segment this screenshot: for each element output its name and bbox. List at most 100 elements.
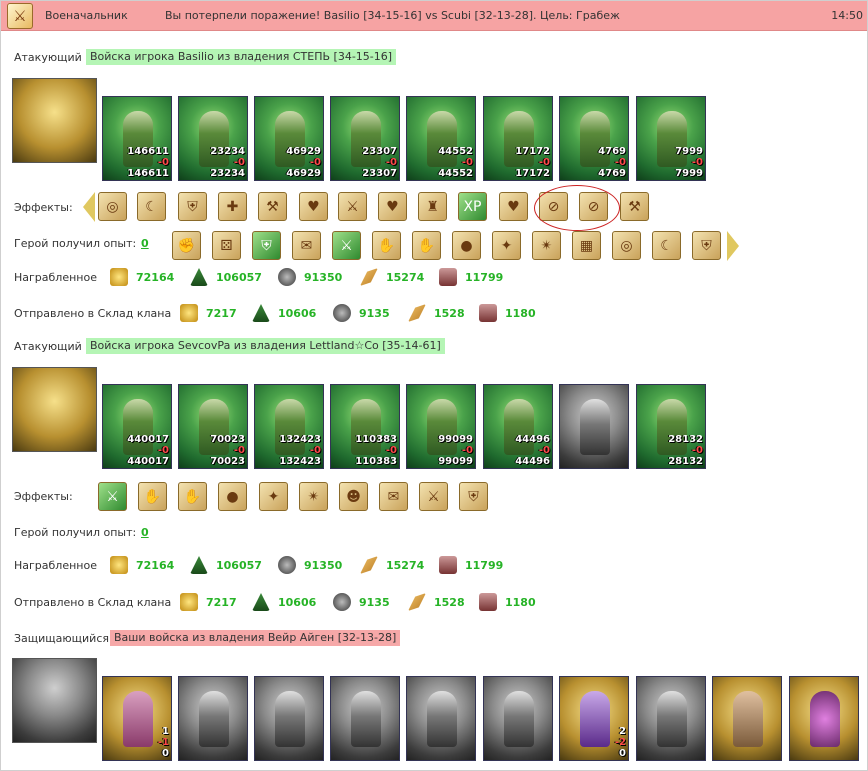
xp-icon[interactable]: XP [458,192,487,221]
unit-slot[interactable]: 99099 -0 99099 [406,384,476,469]
scroll-left-arrow[interactable] [83,192,95,222]
mask-icon[interactable]: ☻ [339,482,368,511]
web-icon[interactable]: ✴ [299,482,328,511]
unit-slot[interactable]: 7999 -0 7999 [636,96,706,181]
unit-slot[interactable]: 44496 -0 44496 [483,384,553,469]
defender-hero-portrait[interactable] [12,658,97,743]
attacker-label: Атакующий [14,339,82,353]
hero-exp-value[interactable]: 0 [141,237,149,250]
clock: 14:50 [831,9,863,22]
unit-slot[interactable]: 17172 -0 17172 [483,96,553,181]
rank-title: Военачальник [45,9,128,22]
heart-icon[interactable]: ♥ [378,192,407,221]
unit-slot[interactable]: 2 -2 0 [559,676,629,761]
sword-icon[interactable]: ⚔ [98,482,127,511]
unit-slot[interactable]: 440017 -0 440017 [102,384,172,469]
unit-slot[interactable]: 110383 -0 110383 [330,384,400,469]
attacker2-header: Атакующий Войска игрока SevcovPa из влад… [14,338,445,354]
shield-icon[interactable]: ⛨ [692,231,721,260]
fist-icon[interactable]: ✊ [172,231,201,260]
hammer-icon[interactable]: ⚔ [338,192,367,221]
effects-label: Эффекты: [14,200,73,214]
sent-wheat: 1528 [408,591,465,613]
loot-gold: 72164 [110,266,174,288]
heart-hand-icon[interactable]: ♥ [299,192,328,221]
unit-slot[interactable] [712,676,782,761]
effects-label: Эффекты: [14,489,73,503]
hand-icon[interactable]: ✋ [178,482,207,511]
wood-icon [252,304,270,322]
attacker1-header: Атакующий Войска игрока Basilio из владе… [14,49,397,65]
sword-icon[interactable]: ⚔ [332,231,361,260]
unit-slot-empty[interactable] [483,676,553,761]
unit-slot[interactable]: 70023 -0 70023 [178,384,248,469]
ore-icon [333,593,351,611]
wheat-icon [360,556,378,574]
stone-icon [479,304,497,322]
shield-icon[interactable]: ⛨ [459,482,488,511]
cage-icon[interactable]: ▦ [572,231,601,260]
defender-label: Защищающийся [14,631,109,645]
handshake-icon[interactable]: ✋ [372,231,401,260]
potion-icon[interactable]: ♥ [499,192,528,221]
unit-slot-empty[interactable] [178,676,248,761]
web-icon[interactable]: ✴ [532,231,561,260]
sword-icon[interactable]: ⚔ [419,482,448,511]
looted-label: Награбленное [14,558,97,572]
scythe-icon[interactable]: ☾ [652,231,681,260]
attacker1-hero-portrait[interactable] [12,78,97,163]
unit-slot-empty[interactable] [559,384,629,469]
sent-ore: 9135 [333,591,390,613]
unit-slot-empty[interactable] [254,676,324,761]
unit-slot-empty[interactable] [330,676,400,761]
unit-slot[interactable]: 132423 -0 132423 [254,384,324,469]
unit-slot[interactable]: 23307 -0 23307 [330,96,400,181]
stone-icon [479,593,497,611]
claw-icon[interactable]: ✦ [492,231,521,260]
loot-stone: 11799 [439,266,503,288]
loot-gold: 72164 [110,554,174,576]
attacker2-hero-portrait[interactable] [12,367,97,452]
unit-slot[interactable]: 44552 -0 44552 [406,96,476,181]
sent-wheat: 1528 [408,302,465,324]
scythe-icon[interactable]: ☾ [137,192,166,221]
gold-icon [110,268,128,286]
attacker2-exp-row: Герой получил опыт: 0 [14,524,149,540]
unit-slot[interactable]: 4769 -0 4769 [559,96,629,181]
wood-icon [190,268,208,286]
dice-icon[interactable]: ⚄ [212,231,241,260]
ring-icon[interactable]: ◎ [612,231,641,260]
handshake-icon[interactable]: ✋ [138,482,167,511]
ore-icon [278,268,296,286]
coins-icon[interactable]: ● [218,482,247,511]
battle-icon: ⚔ [7,2,33,29]
unit-slot-empty[interactable] [406,676,476,761]
coins-icon[interactable]: ● [452,231,481,260]
unit-slot[interactable]: 23234 -0 23234 [178,96,248,181]
scroll-icon[interactable]: ✉ [292,231,321,260]
axe-icon[interactable]: ⚒ [258,192,287,221]
gold-icon [180,304,198,322]
unit-slot[interactable]: 28132 -0 28132 [636,384,706,469]
sent-stone: 1180 [479,591,536,613]
helmet-icon[interactable]: ♜ [418,192,447,221]
hand-icon[interactable]: ✋ [412,231,441,260]
hero-exp-value[interactable]: 0 [141,526,149,539]
header-bar: ⚔ Военачальник Вы потерпели поражение! B… [1,1,867,31]
unit-slot[interactable] [789,676,859,761]
scroll-icon[interactable]: ✉ [379,482,408,511]
scroll-right-arrow[interactable] [727,231,739,261]
unit-slot-empty[interactable] [636,676,706,761]
unit-slot[interactable]: 146611 -0 146611 [102,96,172,181]
sent-ore: 9135 [333,302,390,324]
attacker1-army-badge: Войска игрока Basilio из владения СТЕПЬ … [86,49,397,65]
shield-green-icon[interactable]: ⛨ [252,231,281,260]
sent-stone: 1180 [479,302,536,324]
unit-slot[interactable]: 1 -1 0 [102,676,172,761]
axe-green-icon[interactable]: ⚒ [620,192,649,221]
crossbow-icon[interactable]: ✚ [218,192,247,221]
unit-slot[interactable]: 46929 -0 46929 [254,96,324,181]
wolf-icon[interactable]: ✦ [259,482,288,511]
ring-icon[interactable]: ◎ [98,192,127,221]
shield-icon[interactable]: ⛨ [178,192,207,221]
